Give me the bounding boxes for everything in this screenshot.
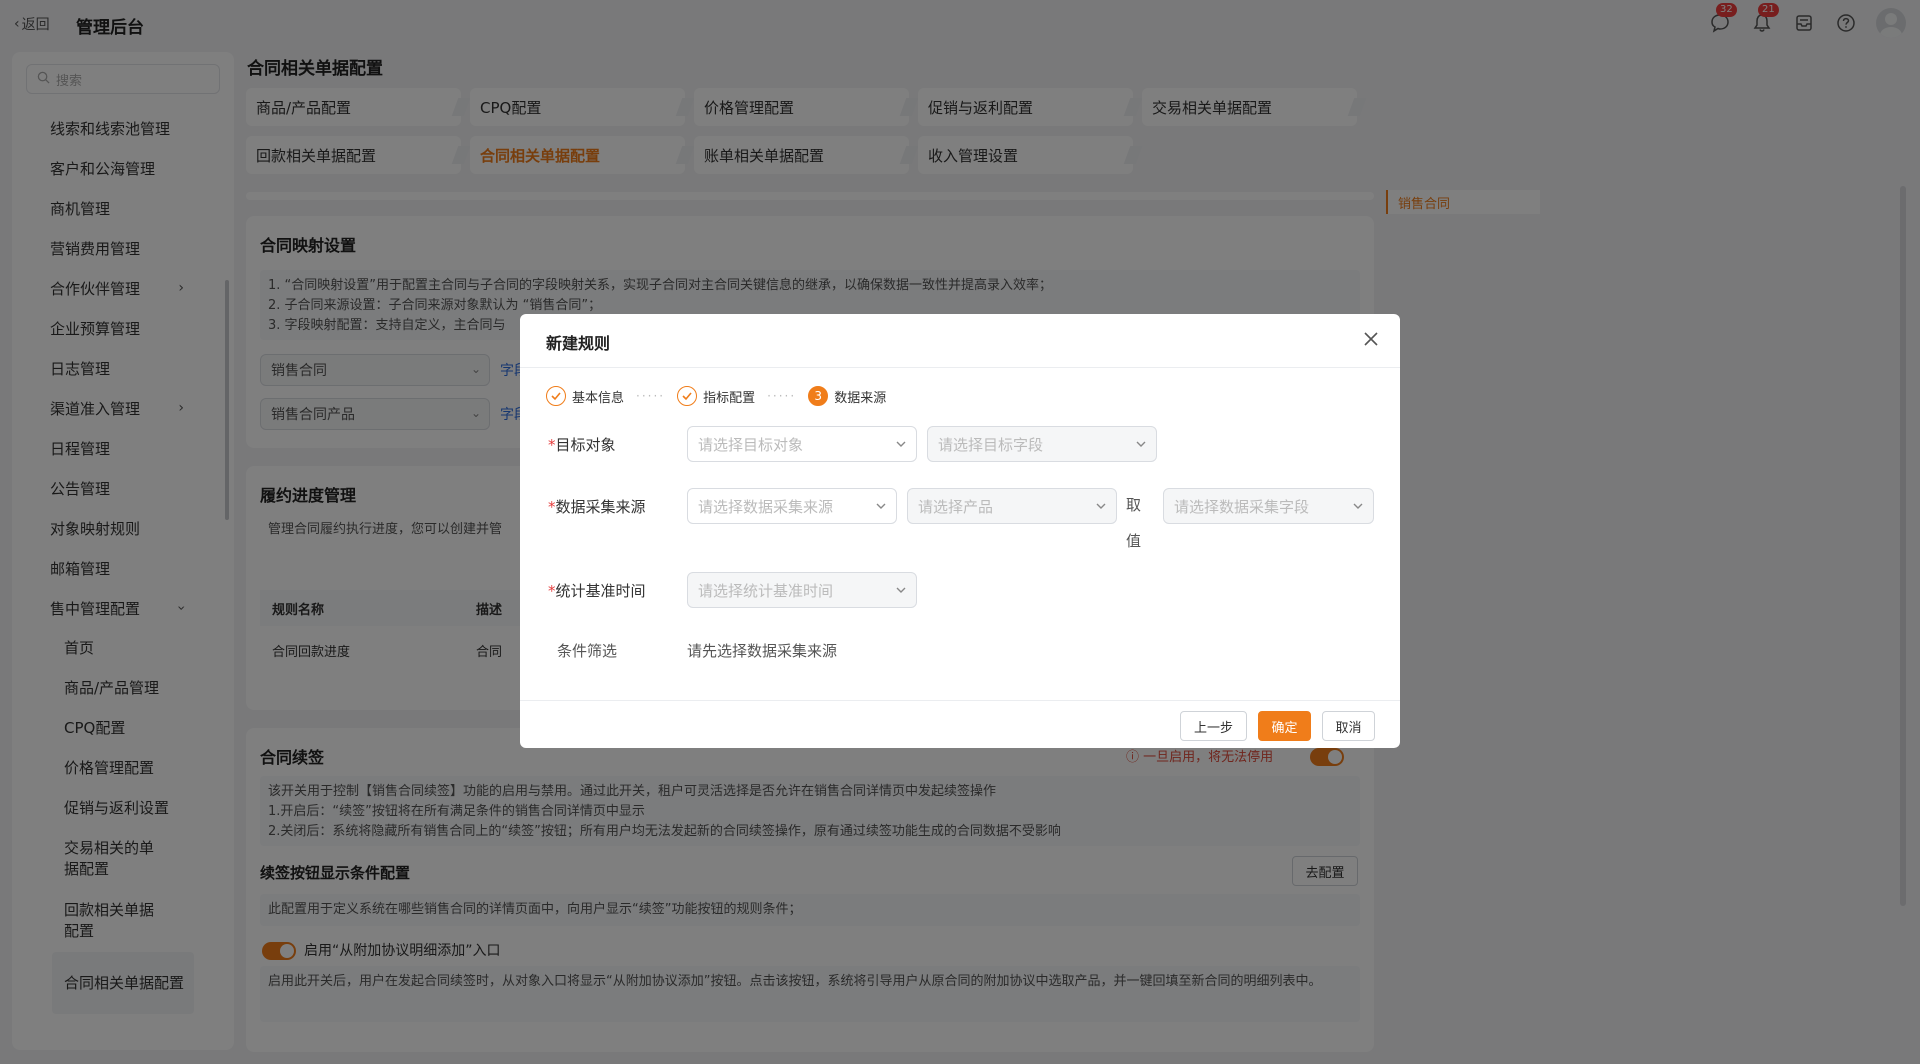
data-field-select[interactable]: 请选择数据采集字段	[1163, 488, 1374, 524]
label-text: 统计基准时间	[555, 582, 646, 600]
filter-label: 条件筛选	[557, 642, 618, 660]
product-select[interactable]: 请选择产品	[907, 488, 1117, 524]
select-placeholder: 请选择数据采集字段	[1174, 497, 1310, 516]
filter-hint: 请先选择数据采集来源	[687, 642, 838, 660]
select-placeholder: 请选择数据采集来源	[698, 497, 834, 516]
select-placeholder: 请选择目标字段	[938, 435, 1044, 454]
target-field-select[interactable]: 请选择目标字段	[927, 426, 1157, 462]
label-text: 目标对象	[555, 436, 616, 454]
chevron-down-icon	[1094, 499, 1108, 513]
cancel-button[interactable]: 取消	[1322, 711, 1375, 741]
dialog-header: 新建规则	[520, 314, 1400, 368]
step-metric-config: 指标配置	[677, 386, 755, 406]
step-label: 基本信息	[572, 390, 625, 406]
dialog-title: 新建规则	[546, 334, 611, 353]
check-icon	[677, 386, 698, 406]
step-indicator: 基本信息 ····· 指标配置 ····· 3 数据来源	[546, 386, 886, 406]
step-label: 指标配置	[703, 390, 756, 406]
confirm-button[interactable]: 确定	[1258, 711, 1311, 741]
base-time-select[interactable]: 请选择统计基准时间	[687, 572, 917, 608]
take-value-label: 取	[1126, 496, 1142, 514]
new-rule-dialog: 新建规则 基本信息 ····· 指标配置 ····· 3 数据来源 *目标对象 …	[520, 314, 1400, 748]
chevron-down-icon	[894, 437, 908, 451]
target-object-label: *目标对象	[548, 434, 616, 455]
step-number: 3	[808, 386, 829, 406]
chevron-down-icon	[1134, 437, 1148, 451]
step-data-source: 3 数据来源	[808, 386, 886, 406]
previous-step-button[interactable]: 上一步	[1180, 711, 1247, 741]
data-source-select[interactable]: 请选择数据采集来源	[687, 488, 897, 524]
chevron-down-icon	[874, 499, 888, 513]
required-mark: *	[548, 582, 556, 600]
step-basic-info: 基本信息	[546, 386, 624, 406]
data-source-label: *数据采集来源	[548, 496, 646, 517]
required-mark: *	[548, 498, 556, 516]
close-icon[interactable]	[1360, 328, 1382, 350]
base-time-label: *统计基准时间	[548, 580, 646, 601]
take-value-label: 值	[1126, 532, 1142, 550]
required-mark: *	[548, 436, 556, 454]
chevron-down-icon	[1351, 499, 1365, 513]
target-object-select[interactable]: 请选择目标对象	[687, 426, 917, 462]
check-icon	[546, 386, 566, 406]
select-placeholder: 请选择产品	[918, 497, 994, 516]
step-label: 数据来源	[834, 390, 887, 406]
select-placeholder: 请选择目标对象	[698, 435, 804, 454]
label-text: 数据采集来源	[555, 498, 646, 516]
chevron-down-icon	[894, 583, 908, 597]
dialog-footer: 上一步 确定 取消	[520, 700, 1400, 748]
select-placeholder: 请选择统计基准时间	[698, 581, 834, 600]
step-separator: ·····	[636, 389, 666, 403]
step-separator: ·····	[767, 389, 797, 403]
